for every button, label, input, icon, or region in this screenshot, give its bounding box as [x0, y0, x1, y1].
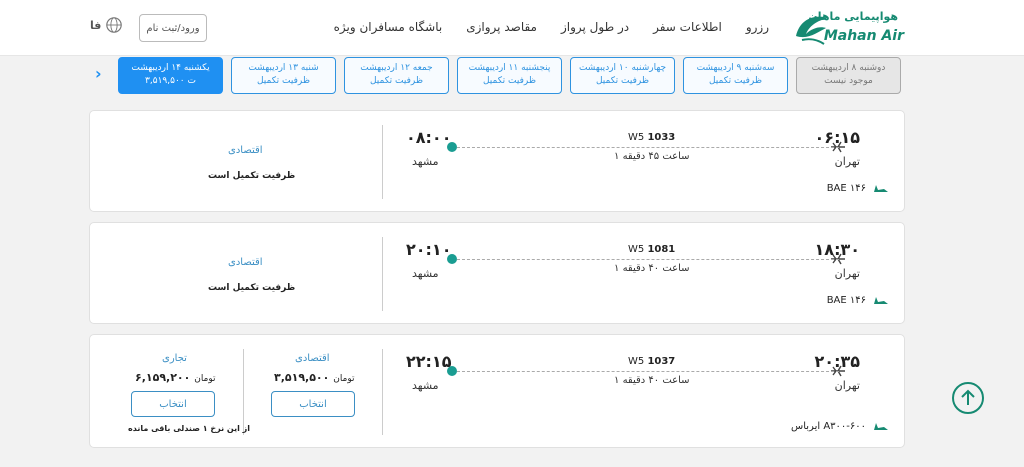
date-tab-day: جمعه ۱۲ اردیبهشت: [360, 63, 433, 73]
airline-tail-icon: [874, 184, 888, 192]
aircraft-type: ایرباس A۳۰۰-۶۰۰: [791, 421, 866, 432]
departure-city: تهران: [834, 379, 860, 392]
select-economy-button[interactable]: انتخاب: [271, 391, 355, 417]
flight-number: W5 1081: [628, 244, 676, 255]
date-tab-status: ظرفیت تکمیل: [369, 76, 424, 86]
arrival-time: ۰۸:۰۰: [406, 128, 452, 147]
logo-english-text: Mahan Air: [823, 28, 904, 44]
seats-remaining-note: از این نرخ ۱ صندلی باقی مانده: [128, 424, 251, 433]
date-tab-thu-11[interactable]: پنجشنبه ۱۱ اردیبهشت ظرفیت تکمیل: [457, 57, 562, 94]
flight-duration: ۱ ساعت ۴۵ دقیقه: [614, 151, 690, 162]
date-tab-sun-14[interactable]: یکشنبه ۱۴ اردیبهشت ۳,۵۱۹,۵۰۰ ت: [118, 57, 223, 94]
flight-duration: ۱ ساعت ۴۰ دقیقه: [614, 375, 690, 386]
route-line: [457, 371, 839, 372]
date-tab-mon-8: دوشنبه ۸ اردیبهشت موجود نیست: [796, 57, 901, 94]
date-tab-day: شنبه ۱۳ اردیبهشت: [248, 63, 319, 73]
language-label: فا: [90, 18, 102, 32]
airline-tail-icon: [874, 422, 888, 430]
date-tab-day: سه‌شنبه ۹ اردیبهشت: [696, 63, 775, 73]
business-price: تومان ۶,۱۵۹,۲۰۰: [135, 371, 216, 384]
mahan-air-logo[interactable]: هواپیمایی ماهان Mahan Air: [792, 10, 904, 46]
nav-loyalty-club[interactable]: باشگاه مسافران ویژه: [334, 20, 443, 34]
main-nav: رزرو اطلاعات سفر در طول پرواز مقاصد پروا…: [334, 20, 769, 34]
flight-duration: ۱ ساعت ۴۰ دقیقه: [614, 263, 690, 274]
date-tab-day: دوشنبه ۸ اردیبهشت: [811, 63, 886, 73]
logo-persian-text: هواپیمایی ماهان: [808, 10, 898, 23]
date-tab-fri-12[interactable]: جمعه ۱۲ اردیبهشت ظرفیت تکمیل: [344, 57, 449, 94]
business-class-label: تجاری: [162, 353, 187, 364]
departure-city: تهران: [834, 267, 860, 280]
departure-city: تهران: [834, 155, 860, 168]
divider: [243, 349, 244, 435]
date-tab-status: ۳,۵۱۹,۵۰۰ ت: [145, 76, 196, 86]
date-tab-day: یکشنبه ۱۴ اردیبهشت: [131, 63, 210, 73]
arrow-up-icon: [961, 389, 975, 405]
date-tab-day: چهارشنبه ۱۰ اردیبهشت: [578, 63, 667, 73]
aircraft-type: BAE ۱۴۶: [826, 183, 866, 194]
arrival-city: مشهد: [412, 379, 439, 392]
arrival-time: ۲۲:۱۵: [406, 352, 452, 371]
flight-number: W5 1037: [628, 356, 676, 367]
aircraft-info: BAE ۱۴۶: [827, 295, 888, 306]
economy-class-label: اقتصادی: [295, 353, 330, 364]
date-tab-day: پنجشنبه ۱۱ اردیبهشت: [468, 63, 551, 73]
globe-icon: [106, 17, 123, 33]
flight-card: ۱۸:۳۰ تهران W5 1081 ۱ ساعت ۴۰ دقیقه ۲۰:۱…: [89, 222, 905, 324]
divider: [382, 237, 383, 311]
date-tab-wed-10[interactable]: چهارشنبه ۱۰ اردیبهشت ظرفیت تکمیل: [570, 57, 675, 94]
nav-destinations[interactable]: مقاصد پروازی: [466, 20, 537, 34]
scroll-to-top-button[interactable]: [952, 382, 984, 414]
aircraft-info: BAE ۱۴۶: [827, 183, 888, 194]
route-line: [457, 147, 839, 148]
airline-tail-icon: [874, 296, 888, 304]
date-tab-status: موجود نیست: [824, 76, 873, 86]
date-tab-status: ظرفیت تکمیل: [708, 76, 763, 86]
date-tab-sat-13[interactable]: شنبه ۱۳ اردیبهشت ظرفیت تکمیل: [231, 57, 336, 94]
nav-travel-info[interactable]: اطلاعات سفر: [653, 20, 722, 34]
date-tab-status: ظرفیت تکمیل: [256, 76, 311, 86]
sold-out-label: ظرفیت تکمیل است: [208, 283, 296, 293]
date-tab-tue-9[interactable]: سه‌شنبه ۹ اردیبهشت ظرفیت تکمیل: [683, 57, 788, 94]
aircraft-info: ایرباس A۳۰۰-۶۰۰: [791, 421, 888, 432]
divider: [382, 349, 383, 435]
divider: [382, 125, 383, 199]
route-line: [457, 259, 839, 260]
language-switcher[interactable]: فا: [90, 16, 123, 34]
flight-number: W5 1033: [628, 132, 676, 143]
aircraft-type: BAE ۱۴۶: [826, 295, 866, 306]
site-header: هواپیمایی ماهان Mahan Air رزرو اطلاعات س…: [0, 0, 1024, 56]
economy-price: تومان ۳,۵۱۹,۵۰۰: [274, 371, 355, 384]
flight-card: ۲۰:۳۵ تهران W5 1037 ۱ ساعت ۴۰ دقیقه ۲۲:۱…: [89, 334, 905, 448]
date-tab-status: ظرفیت تکمیل: [595, 76, 650, 86]
nav-in-flight[interactable]: در طول پرواز: [561, 20, 629, 34]
arrival-time: ۲۰:۱۰: [406, 240, 452, 259]
date-tab-status: ظرفیت تکمیل: [482, 76, 537, 86]
flight-card: ۰۶:۱۵ تهران W5 1033 ۱ ساعت ۴۵ دقیقه ۰۸:۰…: [89, 110, 905, 212]
arrival-city: مشهد: [412, 267, 439, 280]
nav-reservation[interactable]: رزرو: [746, 20, 769, 34]
login-register-button[interactable]: ورود/ثبت نام: [139, 14, 207, 42]
sold-out-label: ظرفیت تکمیل است: [208, 171, 296, 181]
next-dates-chevron-icon[interactable]: ›: [95, 64, 102, 83]
select-business-button[interactable]: انتخاب: [131, 391, 215, 417]
arrival-city: مشهد: [412, 155, 439, 168]
cabin-class-label: اقتصادی: [228, 145, 263, 156]
cabin-class-label: اقتصادی: [228, 257, 263, 268]
